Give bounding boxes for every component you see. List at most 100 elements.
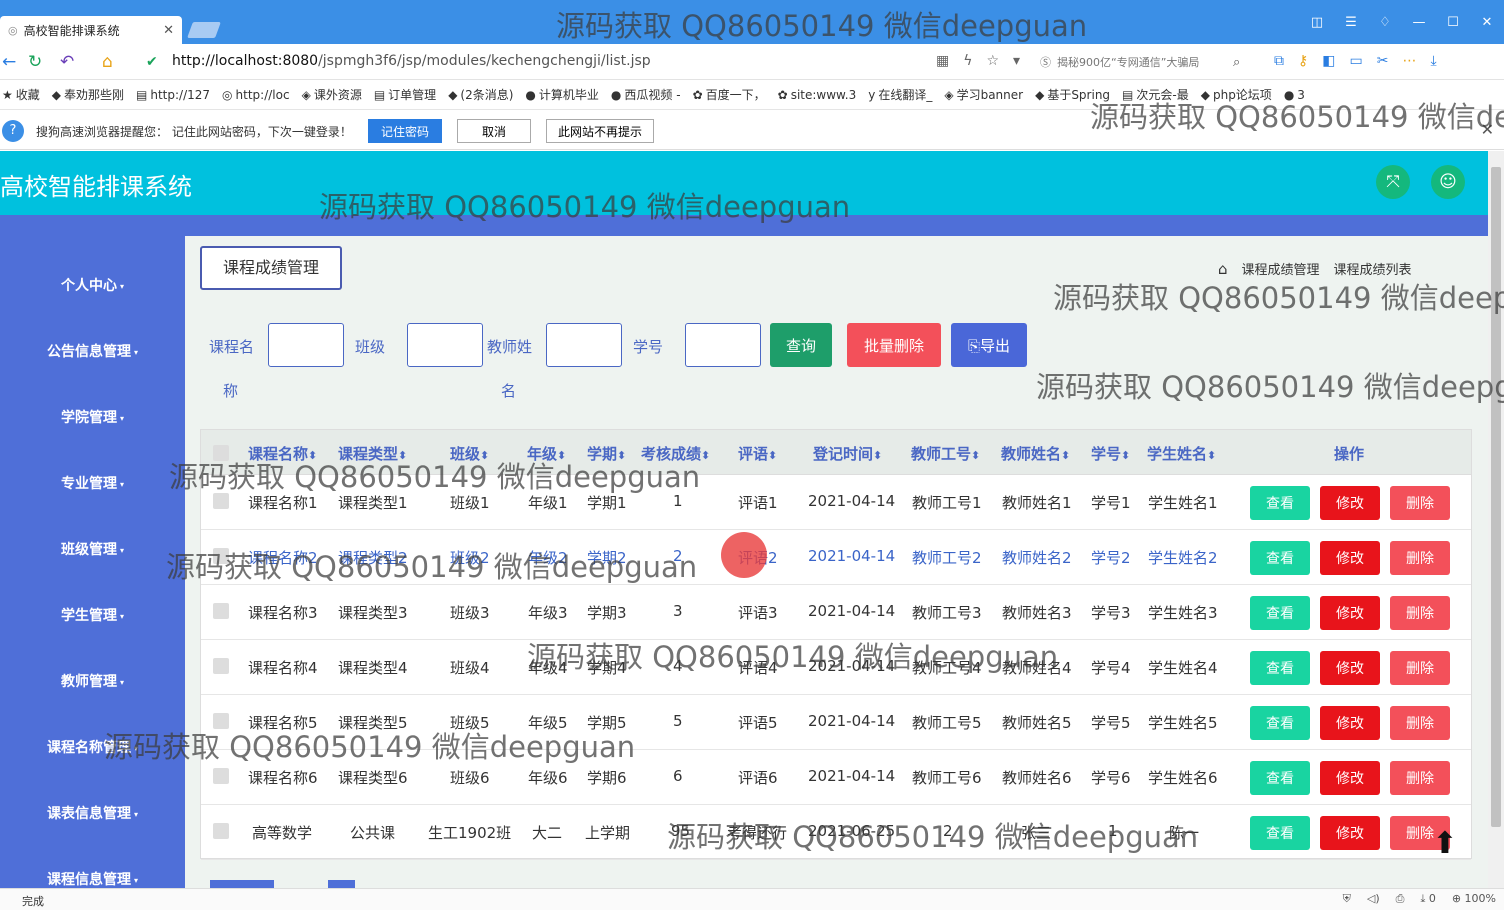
edit-button[interactable]: 修改 <box>1320 651 1380 685</box>
delete-button[interactable]: 删除 <box>1390 541 1450 575</box>
cancel-password-button[interactable]: 取消 <box>457 119 531 143</box>
star-icon[interactable]: ☆ <box>986 53 999 69</box>
view-button[interactable]: 查看 <box>1250 541 1310 575</box>
bookmark-item[interactable]: ▤ http://127 <box>136 88 210 102</box>
maximize-icon[interactable]: ☐ <box>1436 15 1470 30</box>
sort-icon[interactable]: ⬍ <box>971 449 980 462</box>
edit-button[interactable]: 修改 <box>1320 706 1380 740</box>
bookmark-item[interactable]: ★ 收藏 <box>2 86 40 103</box>
column-header[interactable]: 学号⬍ <box>1091 443 1130 464</box>
sort-icon[interactable]: ⬍ <box>768 449 777 462</box>
sidebar-item[interactable]: 个人中心 ▾ <box>0 275 185 295</box>
flash-icon[interactable]: ϟ <box>963 53 972 69</box>
row-checkbox[interactable] <box>213 603 229 619</box>
sort-icon[interactable]: ⬍ <box>1121 449 1130 462</box>
edit-button[interactable]: 修改 <box>1320 486 1380 520</box>
sidebar-item[interactable]: 课表信息管理 ▾ <box>0 803 185 823</box>
row-checkbox[interactable] <box>213 658 229 674</box>
column-header[interactable]: 教师工号⬍ <box>911 443 980 464</box>
column-header[interactable]: 学生姓名⬍ <box>1147 443 1216 464</box>
dropdown-icon[interactable]: ▾ <box>1013 53 1020 69</box>
edit-button[interactable]: 修改 <box>1320 761 1380 795</box>
print-icon[interactable]: ⎙ <box>1396 892 1405 906</box>
sort-icon[interactable]: ⬍ <box>1207 449 1216 462</box>
sidebar-item[interactable]: 教师管理 ▾ <box>0 671 185 691</box>
browser-tab[interactable]: ◎ 高校智能排课系统 ✕ <box>0 16 182 44</box>
column-header[interactable]: 登记时间⬍ <box>813 443 882 464</box>
sort-icon[interactable]: ⬍ <box>1061 449 1070 462</box>
row-checkbox[interactable] <box>213 823 229 839</box>
sidebar-item[interactable]: 课程信息管理 ▾ <box>0 869 185 889</box>
minimize-icon[interactable]: — <box>1402 15 1436 30</box>
download-icon[interactable]: ⤓ <box>1430 53 1436 69</box>
view-button[interactable]: 查看 <box>1250 816 1310 850</box>
delete-button[interactable]: 删除 <box>1390 486 1450 520</box>
search-icon[interactable]: ⌕ <box>1233 55 1240 70</box>
never-prompt-button[interactable]: 此网站不再提示 <box>546 119 654 143</box>
pagination-button[interactable] <box>328 880 355 888</box>
view-button[interactable]: 查看 <box>1250 706 1310 740</box>
bookmark-item[interactable]: ● 计算机毕业 <box>525 86 599 103</box>
bookmark-item[interactable]: ✿ 百度一下， <box>693 86 766 103</box>
sort-icon[interactable]: ⬍ <box>701 449 710 462</box>
pagination-button[interactable] <box>210 880 274 888</box>
column-header[interactable]: 教师姓名⬍ <box>1001 443 1070 464</box>
batch-delete-button[interactable]: 批量删除 <box>847 323 941 367</box>
home-icon[interactable]: ⌂ <box>102 52 113 72</box>
bookmark-item[interactable]: ◈ 课外资源 <box>302 86 362 103</box>
user-icon[interactable]: ☺ <box>1431 165 1465 199</box>
view-button[interactable]: 查看 <box>1250 596 1310 630</box>
new-tab-button[interactable] <box>187 22 221 38</box>
refresh-icon[interactable]: ↻ <box>28 52 42 72</box>
zoom-level[interactable]: ⊕ 100% <box>1452 892 1496 906</box>
fullscreen-icon[interactable]: ⤧ <box>1376 165 1410 199</box>
sound-icon[interactable]: ◁) <box>1367 892 1380 906</box>
close-window-icon[interactable]: ✕ <box>1470 15 1504 30</box>
scissors-icon[interactable]: ✂ <box>1377 53 1389 69</box>
url-field[interactable]: http://localhost:8080/jspmgh3f6/jsp/modu… <box>172 53 651 69</box>
shield-icon[interactable]: ⛨ <box>1343 892 1351 906</box>
edit-button[interactable]: 修改 <box>1320 596 1380 630</box>
sidebar-item[interactable]: 公告信息管理 ▾ <box>0 341 185 361</box>
scrollbar-thumb[interactable] <box>1491 167 1501 827</box>
sidebar-item[interactable]: 专业管理 ▾ <box>0 473 185 493</box>
download-count[interactable]: ⤓ 0 <box>1420 892 1435 906</box>
bookmark-item[interactable]: ✿ site:www.3 <box>778 88 857 102</box>
menu-icon[interactable]: ☰ <box>1334 15 1368 30</box>
bookmark-item[interactable]: ◆ 奉劝那些刚 <box>52 86 124 103</box>
key-icon[interactable]: ⚷ <box>1298 53 1308 69</box>
bookmark-item[interactable]: ◈ 学习banner <box>944 86 1023 103</box>
query-button[interactable]: 查询 <box>770 323 832 367</box>
tab-close-icon[interactable]: ✕ <box>163 23 174 38</box>
student-no-input[interactable] <box>685 323 761 367</box>
undo-icon[interactable]: ↶ <box>60 52 74 72</box>
bookmark-item[interactable]: ◎ http://loc <box>222 88 290 102</box>
sort-icon[interactable]: ⬍ <box>873 449 882 462</box>
view-button[interactable]: 查看 <box>1250 651 1310 685</box>
bookmark-item[interactable]: y 在线翻译_ <box>868 86 932 103</box>
sidebar-item[interactable]: 学生管理 ▾ <box>0 605 185 625</box>
edit-button[interactable]: 修改 <box>1320 541 1380 575</box>
bookmark-item[interactable]: ◆ (2条消息) <box>448 86 513 103</box>
bookmark-item[interactable]: ● 西瓜视频 - <box>611 86 681 103</box>
translate-icon[interactable]: ⧉ <box>1274 53 1284 69</box>
delete-button[interactable]: 删除 <box>1390 596 1450 630</box>
remember-password-button[interactable]: 记住密码 <box>368 119 442 143</box>
view-button[interactable]: 查看 <box>1250 761 1310 795</box>
bookmark-item[interactable]: ▤ 订单管理 <box>374 86 436 103</box>
teacher-name-input[interactable] <box>546 323 622 367</box>
export-button[interactable]: ⎘导出 <box>951 323 1027 367</box>
edit-button[interactable]: 修改 <box>1320 816 1380 850</box>
more-icon[interactable]: ⋯ <box>1402 53 1416 69</box>
skin-icon[interactable]: ♢ <box>1368 15 1402 30</box>
sidebar-item[interactable]: 学院管理 ▾ <box>0 407 185 427</box>
sidebar-toggle-icon[interactable]: ◫ <box>1300 15 1334 30</box>
extension-icon[interactable]: ◧ <box>1322 53 1335 69</box>
sidebar-item[interactable]: 班级管理 ▾ <box>0 539 185 559</box>
row-checkbox[interactable] <box>213 768 229 784</box>
back-to-top-icon[interactable]: ⬆ <box>1426 826 1464 862</box>
delete-button[interactable]: 删除 <box>1390 706 1450 740</box>
back-icon[interactable]: ← <box>2 52 16 72</box>
screen-icon[interactable]: ▭ <box>1350 53 1363 69</box>
qr-icon[interactable]: ▦ <box>936 53 949 69</box>
